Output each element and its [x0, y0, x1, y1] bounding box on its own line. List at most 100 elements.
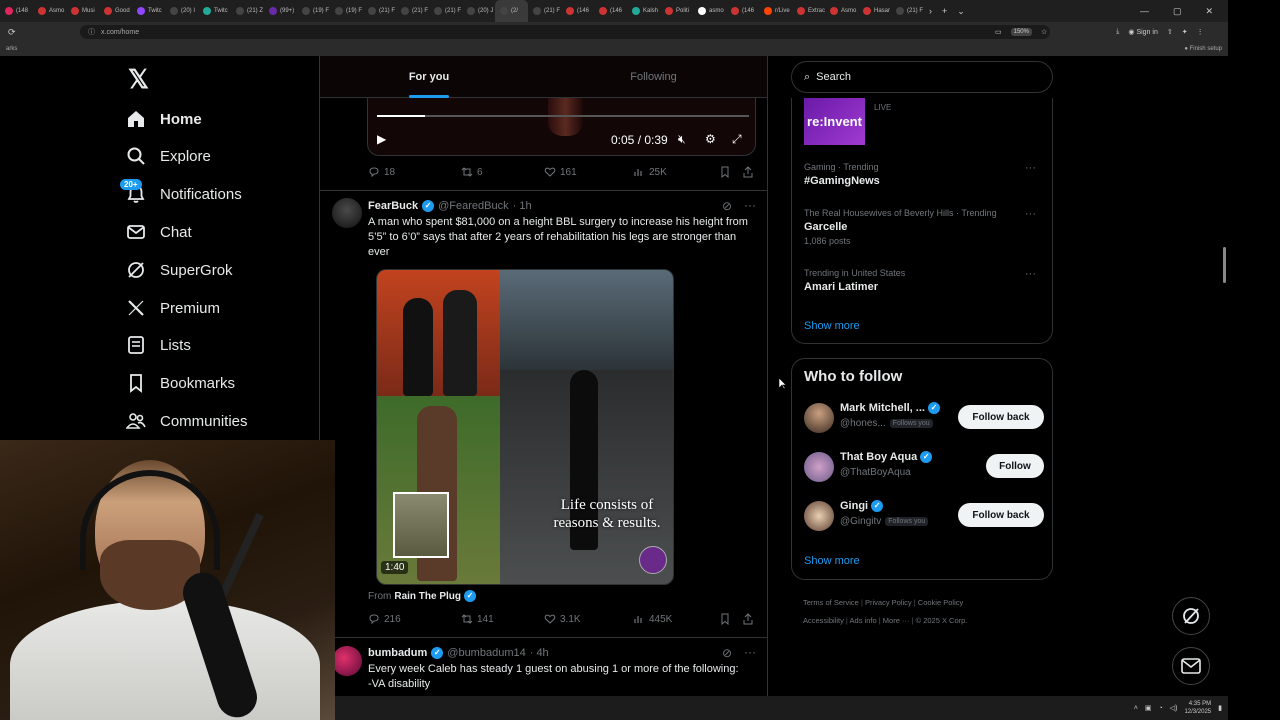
search-input[interactable]: ⌕ Search	[791, 61, 1053, 93]
browser-tab[interactable]: (146	[726, 0, 759, 22]
browser-tab[interactable]: (20) I	[165, 0, 198, 22]
bookmarks-label[interactable]: arks	[6, 46, 17, 52]
grok-icon[interactable]: ⊘	[722, 199, 732, 213]
nav-item-notifications[interactable]: 20+ Notifications	[120, 179, 242, 209]
post-media-video[interactable]: Life consists of reasons & results. 1:40	[376, 269, 674, 585]
zoom-indicator[interactable]: 150%	[1010, 28, 1032, 36]
views-button[interactable]: 445K	[633, 613, 672, 625]
url-field[interactable]: ⓘ x.com/home	[80, 25, 1050, 39]
follow-show-more-link[interactable]: Show more	[804, 555, 860, 567]
video-player[interactable]: ▶ 0:05 / 0:39 🔇︎ ⚙ ⤢	[367, 98, 756, 156]
follow-suggestion[interactable]: Gingi ✓ @Gingitv Follows you Follow back	[804, 499, 1044, 535]
browser-tab[interactable]: (20) J	[462, 0, 495, 22]
minimize-icon[interactable]: —	[1135, 6, 1154, 17]
footer-link[interactable]: Accessibility	[803, 616, 844, 625]
post-author-handle[interactable]: @FearedBuck	[438, 200, 508, 212]
post-author-name[interactable]: bumbadum	[368, 647, 427, 659]
menu-icon[interactable]: ⋮	[1197, 28, 1204, 36]
browser-tab[interactable]: (99+)	[264, 0, 297, 22]
browser-tab[interactable]: (21) F	[429, 0, 462, 22]
system-clock[interactable]: 4:35 PM 12/3/2025	[1184, 700, 1211, 716]
avatar[interactable]	[332, 646, 362, 676]
browser-tab[interactable]: (19) F	[330, 0, 363, 22]
avatar[interactable]	[804, 452, 834, 482]
footer-link[interactable]: Cookie Policy	[918, 598, 963, 607]
reload-icon[interactable]: ⟳	[8, 27, 16, 38]
trend-more-icon[interactable]: ···	[1025, 162, 1036, 174]
reply-button[interactable]: 18	[368, 166, 395, 178]
share-icon[interactable]	[742, 613, 754, 625]
browser-tab[interactable]: Asmo	[33, 0, 66, 22]
notification-bell-icon[interactable]: ▮	[1218, 704, 1222, 712]
trends-show-more-link[interactable]: Show more	[804, 320, 860, 332]
x-logo-icon[interactable]: 𝕏	[128, 66, 154, 92]
browser-tab[interactable]: asmo	[693, 0, 726, 22]
video-progress-bar[interactable]	[377, 115, 749, 117]
tab-following[interactable]: Following	[538, 56, 767, 98]
views-button[interactable]: 25K	[633, 166, 667, 178]
nav-item-bookmarks[interactable]: Bookmarks	[126, 368, 235, 398]
bookmark-icon[interactable]	[719, 166, 731, 178]
page-scrollbar[interactable]	[1223, 247, 1226, 283]
footer-link[interactable]: Ads info	[850, 616, 877, 625]
share-icon[interactable]: ⇧	[1167, 28, 1173, 36]
browser-tab[interactable]: Good	[99, 0, 132, 22]
repost-button[interactable]: 141	[461, 613, 494, 625]
follow-suggestion[interactable]: Mark Mitchell, ... ✓ @hones... Follows you F…	[804, 401, 1044, 437]
wifi-icon[interactable]: ◔	[1158, 705, 1162, 712]
browser-tab[interactable]: Twitc	[132, 0, 165, 22]
extensions-icon[interactable]: ✦	[1182, 28, 1188, 36]
browser-tab[interactable]: (21) Z	[231, 0, 264, 22]
browser-tab[interactable]: Extrac	[792, 0, 825, 22]
tab-scroll-icon[interactable]: ›	[924, 6, 937, 16]
footer-link[interactable]: © 2025 X Corp.	[916, 616, 968, 625]
browser-tab[interactable]: Musi	[66, 0, 99, 22]
close-icon[interactable]: ✕	[1200, 6, 1218, 17]
follow-button[interactable]: Follow back	[958, 405, 1044, 429]
browser-tab[interactable]: Kalsh	[627, 0, 660, 22]
follow-account-name[interactable]: Gingi ✓	[840, 500, 884, 512]
follow-button[interactable]: Follow	[986, 454, 1044, 478]
bookmark-icon[interactable]	[719, 613, 731, 625]
nav-item-lists[interactable]: Lists	[126, 330, 191, 360]
settings-gear-icon[interactable]: ⚙	[705, 132, 716, 146]
browser-tab[interactable]: (21) F	[528, 0, 561, 22]
browser-tab[interactable]: Politi	[660, 0, 693, 22]
more-options-icon[interactable]: ···	[744, 645, 756, 659]
avatar[interactable]	[332, 198, 362, 228]
follow-account-name[interactable]: That Boy Aqua ✓	[840, 451, 933, 463]
browser-tab[interactable]: (148	[0, 0, 33, 22]
nav-item-supergrok[interactable]: SuperGrok	[126, 255, 233, 285]
messages-fab-button[interactable]	[1172, 647, 1210, 685]
install-app-icon[interactable]: ▭	[995, 28, 1002, 36]
browser-tab[interactable]: (21) F	[396, 0, 429, 22]
site-info-icon[interactable]: ⓘ	[88, 27, 95, 37]
browser-tab[interactable]: (21) F	[363, 0, 396, 22]
browser-tab[interactable]: (146	[561, 0, 594, 22]
nav-item-chat[interactable]: Chat	[126, 217, 192, 247]
tray-app-icon[interactable]: ▣	[1145, 704, 1152, 712]
trend-item[interactable]: Trending in United States Amari Latimer ··…	[804, 268, 1044, 293]
finish-setup-button[interactable]: ● Finish setup	[1184, 46, 1222, 52]
post-author-handle[interactable]: @bumbadum14	[447, 647, 525, 659]
fullscreen-icon[interactable]: ⤢	[732, 132, 742, 147]
grok-icon[interactable]: ⊘	[722, 646, 732, 660]
grok-fab-button[interactable]	[1172, 597, 1210, 635]
like-button[interactable]: 3.1K	[544, 613, 581, 625]
browser-tab[interactable]: (2/	[495, 0, 528, 22]
post-age[interactable]: · 1h	[513, 200, 532, 212]
maximize-icon[interactable]: ▢	[1168, 6, 1187, 17]
post-age[interactable]: · 4h	[530, 647, 549, 659]
browser-tab[interactable]: Asmo	[825, 0, 858, 22]
follow-suggestion[interactable]: That Boy Aqua ✓ @ThatBoyAqua Follow	[804, 450, 1044, 486]
follow-account-name[interactable]: Mark Mitchell, ... ✓	[840, 402, 940, 414]
footer-link[interactable]: More ···	[883, 616, 910, 625]
trend-item[interactable]: Gaming · Trending #GamingNews ···	[804, 162, 1044, 187]
footer-link[interactable]: Privacy Policy	[865, 598, 912, 607]
nav-item-home[interactable]: Home	[126, 104, 202, 134]
browser-tab[interactable]: r/Live	[759, 0, 792, 22]
trend-more-icon[interactable]: ···	[1025, 208, 1036, 220]
browser-tab[interactable]: (19) F	[297, 0, 330, 22]
volume-icon[interactable]: ◁)	[1170, 704, 1178, 712]
trend-item[interactable]: The Real Housewives of Beverly Hills · T…	[804, 208, 1044, 246]
